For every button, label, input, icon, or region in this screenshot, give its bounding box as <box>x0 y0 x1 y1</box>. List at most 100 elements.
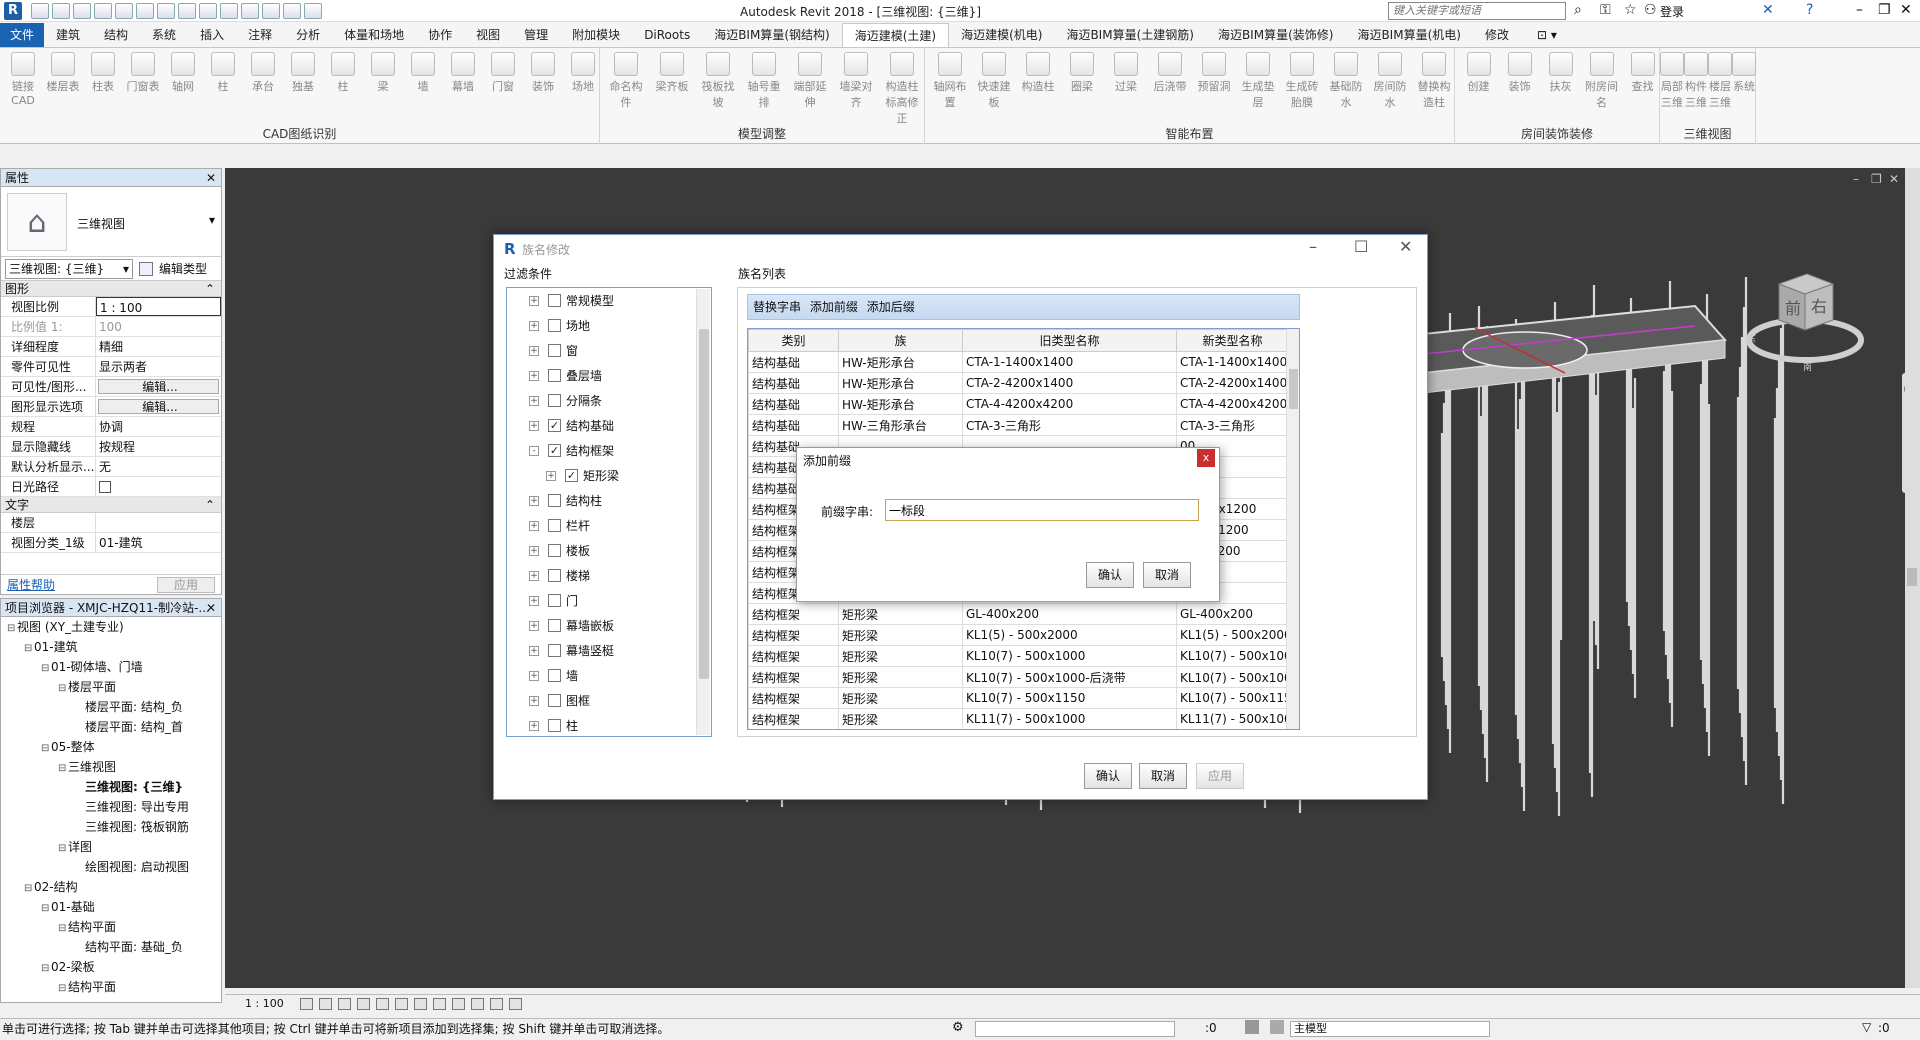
crop-view-icon[interactable] <box>375 997 389 1010</box>
tree-item[interactable]: 楼层平面: 结构_负 <box>1 697 221 717</box>
section-icon[interactable] <box>241 2 259 19</box>
undo-icon[interactable] <box>94 2 112 19</box>
expand-toggle-icon[interactable]: + <box>529 670 539 681</box>
tab-overflow-icon[interactable]: ⊡ ▾ <box>1537 23 1557 47</box>
add-suffix-button[interactable]: 添加后缀 <box>867 295 915 319</box>
tree-toggle-icon[interactable]: ⊟ <box>58 979 68 999</box>
tab-10[interactable]: 管理 <box>512 23 560 47</box>
category-item[interactable]: + 幕墙嵌板 <box>507 613 711 638</box>
login-button[interactable]: 登录 <box>1660 3 1684 20</box>
tab-9[interactable]: 视图 <box>464 23 512 47</box>
close-icon[interactable]: ✕ <box>206 599 216 617</box>
tree-toggle-icon[interactable]: ⊟ <box>58 839 68 859</box>
expand-toggle-icon[interactable]: + <box>546 470 556 481</box>
ribbon-button[interactable]: 筏板找坡 <box>698 52 738 110</box>
table-row[interactable]: 结构框架 矩形梁 KL1(5) - 500x2000 KL1(5) - 500x200… <box>748 624 1289 646</box>
category-item[interactable]: + 栏杆 <box>507 513 711 538</box>
view-restore-icon[interactable]: ❐ <box>1871 172 1882 186</box>
ok-button[interactable]: 确认 <box>1084 763 1132 789</box>
category-item[interactable]: + 墙 <box>507 663 711 688</box>
analytical-model-icon[interactable] <box>470 997 484 1010</box>
constraints-icon[interactable] <box>508 997 522 1010</box>
prefix-ok-button[interactable]: 确认 <box>1086 562 1134 588</box>
category-item[interactable]: + ✓ 矩形梁 <box>507 463 711 488</box>
tree-item[interactable]: ⊟ 结构平面 <box>1 917 221 937</box>
expand-toggle-icon[interactable]: + <box>529 520 539 531</box>
design-option-icon[interactable] <box>1245 1020 1259 1034</box>
ribbon-button[interactable]: 梁齐板 <box>652 52 692 94</box>
visual-style-icon[interactable] <box>318 997 332 1010</box>
category-checkbox[interactable]: ✓ <box>565 469 578 482</box>
tree-item[interactable]: 结构平面: 基础_负 <box>1 937 221 957</box>
apply-button[interactable]: 应用 <box>1196 763 1244 789</box>
maximize-icon[interactable]: ☐ <box>1354 237 1368 256</box>
tree-item[interactable]: ⊟ 楼层平面 <box>1 677 221 697</box>
ribbon-button[interactable]: 幕墙 <box>443 52 483 94</box>
detail-level-icon[interactable] <box>299 997 313 1010</box>
category-checkbox[interactable] <box>548 319 561 332</box>
chevron-down-icon[interactable]: ▾ <box>209 213 215 227</box>
tree-item[interactable]: ⊟ 01-基础 <box>1 897 221 917</box>
view-vertical-scrollbar[interactable] <box>1905 168 1920 988</box>
apply-button[interactable]: 应用 <box>157 576 215 593</box>
save-icon[interactable] <box>52 2 70 19</box>
table-cell[interactable]: CTA-2-4200x1400 <box>1176 372 1289 394</box>
ribbon-button[interactable]: 门窗表 <box>123 52 163 94</box>
ribbon-button[interactable]: 创建 <box>1459 52 1499 94</box>
table-cell[interactable]: GL-400x200 <box>1176 603 1289 625</box>
cancel-button[interactable]: 取消 <box>1139 763 1187 789</box>
expand-toggle-icon[interactable]: + <box>529 595 539 606</box>
ribbon-button[interactable]: 房间防水 <box>1370 52 1410 110</box>
tab-18[interactable]: 海迈BIM算量(机电) <box>1345 23 1473 47</box>
expand-toggle-icon[interactable]: + <box>529 720 539 731</box>
category-item[interactable]: - ✓ 结构框架 <box>507 438 711 463</box>
table-cell[interactable]: CTA-1-1400x1400 <box>1176 351 1289 373</box>
property-value[interactable]: 按规程 <box>96 437 221 456</box>
ribbon-button[interactable]: 楼层三维 <box>1708 52 1732 110</box>
property-value[interactable]: 协调 <box>96 417 221 436</box>
exchange-apps-icon[interactable]: ✕ <box>1762 2 1774 18</box>
favorites-star-icon[interactable]: ☆ <box>1624 2 1637 18</box>
ribbon-button[interactable]: 柱 <box>323 52 363 94</box>
viewcube-icon[interactable]: 前 右 东 南 <box>1745 258 1865 378</box>
category-checkbox[interactable] <box>548 719 561 732</box>
model-icon[interactable] <box>1270 1020 1284 1034</box>
tree-item[interactable]: ⊟ 02-结构 <box>1 877 221 897</box>
ribbon-button[interactable]: 附房间名 <box>1582 52 1622 110</box>
table-row[interactable]: 结构框架 矩形梁 GL-400x200 GL-400x200 <box>748 603 1289 625</box>
highlight-displacement-icon[interactable] <box>489 997 503 1010</box>
ribbon-button[interactable]: 独基 <box>283 52 323 94</box>
tree-toggle-icon[interactable]: ⊟ <box>58 919 68 939</box>
close-icon[interactable]: x <box>1197 449 1215 467</box>
category-checkbox[interactable] <box>548 369 561 382</box>
tab-2[interactable]: 结构 <box>92 23 140 47</box>
ribbon-button[interactable]: 替换构造柱 <box>1414 52 1454 110</box>
table-row[interactable]: 结构框架 矩形梁 KL10(7) - 500x1150 KL10(7) - 500x1… <box>748 687 1289 709</box>
table-row[interactable]: 结构框架 矩形梁 KL10(7) - 500x1000-后浇带 KL10(7) - 5… <box>748 666 1289 688</box>
collapse-icon[interactable]: ⌃ <box>205 497 215 513</box>
property-edit-button[interactable]: 编辑... <box>98 399 219 414</box>
tree-toggle-icon[interactable]: ⊟ <box>24 879 34 899</box>
tab-5[interactable]: 注释 <box>236 23 284 47</box>
tree-item[interactable]: ⊟ 详图 <box>1 837 221 857</box>
sync-icon[interactable] <box>73 2 91 19</box>
tab-19[interactable]: 修改 <box>1473 23 1521 47</box>
tree-item[interactable]: ⊟ 01-砌体墙、门墙 <box>1 657 221 677</box>
property-value[interactable]: 无 <box>96 457 221 476</box>
category-checkbox[interactable] <box>548 694 561 707</box>
close-hidden-icon[interactable] <box>283 2 301 19</box>
help-search-input[interactable] <box>1388 2 1566 20</box>
property-edit-button[interactable]: 编辑... <box>98 379 219 394</box>
category-checkbox[interactable] <box>548 519 561 532</box>
tab-0[interactable]: 文件 <box>0 23 45 47</box>
ribbon-button[interactable]: 过梁 <box>1106 52 1146 94</box>
category-checkbox[interactable] <box>548 344 561 357</box>
tree-item[interactable]: 三维视图: 筏板钢筋 <box>1 817 221 837</box>
expand-toggle-icon[interactable]: + <box>529 295 539 306</box>
ribbon-button[interactable]: 局部三维 <box>1660 52 1684 110</box>
category-item[interactable]: + 结构柱 <box>507 488 711 513</box>
table-cell[interactable]: KL10(7) - 500x1000-后浇带 <box>1176 666 1289 688</box>
ribbon-button[interactable]: 场地 <box>563 52 603 94</box>
replace-string-button[interactable]: 替换字串 <box>753 295 801 319</box>
tree-toggle-icon[interactable]: ⊟ <box>24 639 34 659</box>
